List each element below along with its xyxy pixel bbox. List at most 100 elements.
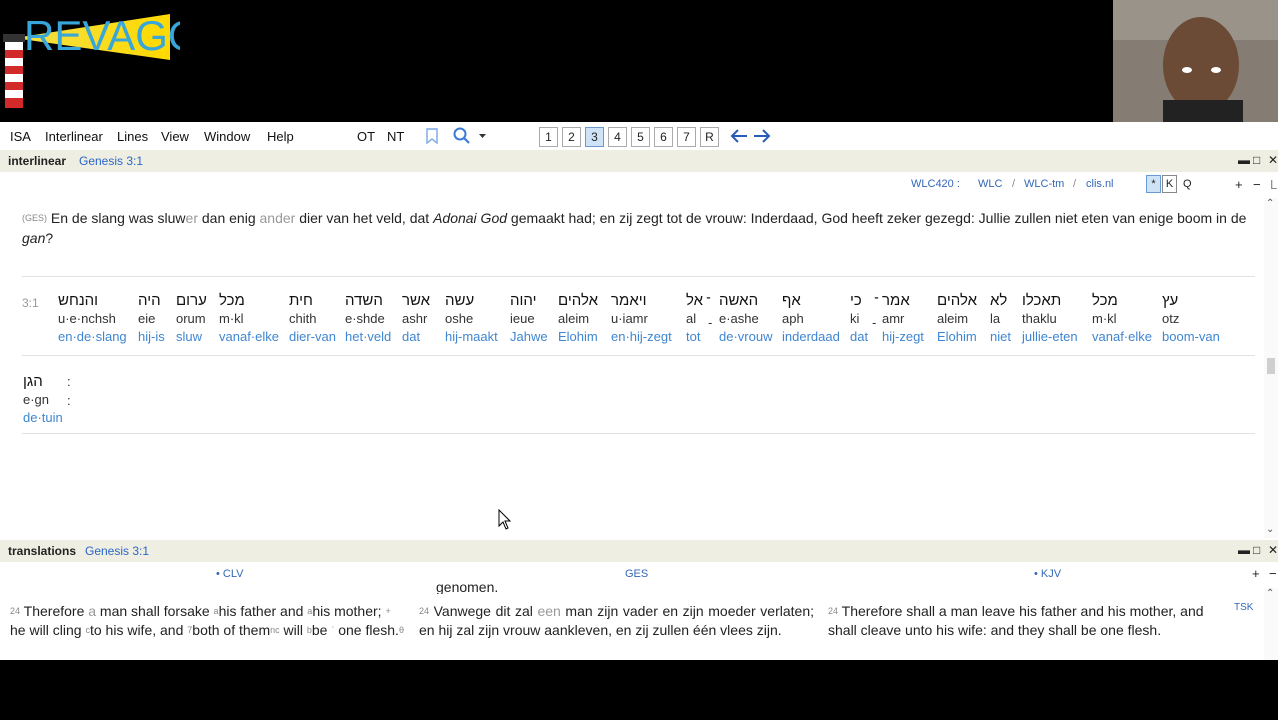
menu-isa[interactable]: ISA — [10, 129, 31, 144]
page-button-7[interactable]: 7 — [677, 127, 696, 147]
vertical-scrollbar[interactable]: ⌃ — [1264, 588, 1278, 660]
hebrew-word: הגן — [23, 373, 43, 390]
tsk-link[interactable]: TSK — [1234, 602, 1253, 613]
verse-number: 24 — [419, 606, 430, 616]
maqqef-mark: ־ — [874, 294, 879, 308]
minimize-icon[interactable]: ▬ — [1238, 543, 1250, 557]
clv-verse-text: 24 Therefore a man shall forsake ahis fa… — [10, 602, 405, 640]
interlinear-word[interactable]: מכל m·kl vanaf·elke — [1092, 292, 1152, 344]
star-toggle[interactable]: * — [1146, 175, 1161, 193]
separator: / — [1012, 178, 1016, 190]
source-wlc[interactable]: WLC — [978, 178, 1002, 190]
gloss: dat — [402, 329, 421, 344]
interlinear-word[interactable]: ויאמר u·iamr en·hij-zegt — [611, 292, 672, 344]
verse-text-part: ? — [45, 230, 54, 246]
interlinear-word[interactable]: הגן e·gn de·tuin — [23, 373, 63, 425]
add-column-button[interactable]: + — [1252, 566, 1260, 581]
close-icon[interactable]: ✕ — [1268, 543, 1278, 557]
clv-text: Therefore — [23, 603, 89, 619]
interlinear-word[interactable]: אל al tot — [686, 292, 703, 344]
interlinear-word[interactable]: חית chith dier-van — [289, 292, 336, 344]
interlinear-word[interactable]: לא la niet — [990, 292, 1011, 344]
transliteration: chith — [289, 311, 317, 326]
gloss: boom-van — [1162, 329, 1220, 344]
page-button-2[interactable]: 2 — [562, 127, 581, 147]
interlinear-word[interactable]: עשה oshe hij-maakt — [445, 292, 498, 344]
menu-view[interactable]: View — [161, 129, 189, 144]
maqqef-mark: ־ — [706, 294, 711, 308]
column-ges[interactable]: GES — [625, 568, 648, 580]
source-wlc420[interactable]: WLC420 : — [911, 178, 960, 190]
page-button-5[interactable]: 5 — [631, 127, 650, 147]
column-clv[interactable]: • CLV — [216, 568, 244, 580]
ges-text-added: een — [537, 603, 561, 619]
remove-column-button[interactable]: − — [1269, 566, 1277, 581]
interlinear-word[interactable]: אלהים aleim Elohim — [937, 292, 977, 344]
verse-text-part: gemaakt had; en zij zegt tot de vrouw: I… — [507, 210, 1247, 226]
scroll-down-icon[interactable]: ⌄ — [1266, 524, 1274, 535]
panel-reference[interactable]: Genesis 3:1 — [79, 154, 143, 168]
interlinear-word[interactable]: מכל m·kl vanaf·elke — [219, 292, 279, 344]
gloss: sluw — [176, 329, 203, 344]
interlinear-word[interactable]: אף aph inderdaad — [782, 292, 840, 344]
scroll-up-icon[interactable]: ⌃ — [1266, 198, 1274, 209]
vertical-scrollbar[interactable]: ⌃ ⌄ — [1264, 198, 1278, 538]
interlinear-word[interactable]: יהוה ieue Jahwe — [510, 292, 548, 344]
hebrew-word: לא — [990, 292, 1008, 309]
revago-logo: REVAGO — [3, 12, 180, 108]
zoom-in-button[interactable]: + — [1235, 177, 1243, 192]
nt-button[interactable]: NT — [387, 129, 404, 144]
verse-text-italic: gan — [22, 230, 46, 246]
arrow-right-icon[interactable] — [752, 128, 772, 144]
interlinear-word[interactable]: והנחש u·e·nchsh en·de·slang — [58, 292, 127, 344]
scroll-thumb[interactable] — [1267, 358, 1275, 374]
bookmark-icon[interactable] — [426, 128, 438, 144]
maximize-icon[interactable]: □ — [1253, 543, 1260, 557]
interlinear-word[interactable]: השדה e·shde het·veld — [345, 292, 391, 344]
maximize-icon[interactable]: □ — [1253, 153, 1260, 167]
ot-button[interactable]: OT — [357, 129, 375, 144]
interlinear-word[interactable]: אמר amr hij-zegt — [882, 292, 924, 344]
interlinear-word[interactable]: עץ otz boom-van — [1162, 292, 1220, 344]
menu-window[interactable]: Window — [204, 129, 250, 144]
page-button-6[interactable]: 6 — [654, 127, 673, 147]
interlinear-word[interactable]: כי ki dat — [850, 292, 868, 344]
interlinear-word[interactable]: היה eie hij-is — [138, 292, 165, 344]
source-clis[interactable]: clis.nl — [1086, 178, 1114, 190]
page-button-1[interactable]: 1 — [539, 127, 558, 147]
zoom-out-button[interactable]: − — [1253, 177, 1261, 192]
source-wlc-tm[interactable]: WLC-tm — [1024, 178, 1064, 190]
column-kjv[interactable]: • KJV — [1034, 568, 1061, 580]
interlinear-word[interactable]: ערום orum sluw — [176, 292, 207, 344]
page-button-r[interactable]: R — [700, 127, 719, 147]
menu-interlinear[interactable]: Interlinear — [45, 129, 103, 144]
menu-help[interactable]: Help — [267, 129, 294, 144]
page-button-4[interactable]: 4 — [608, 127, 627, 147]
hebrew-word: אל — [686, 292, 704, 309]
gloss: dier-van — [289, 329, 336, 344]
verse-tag: (GES) — [22, 213, 48, 223]
q-toggle[interactable]: Q — [1183, 178, 1192, 190]
k-toggle[interactable]: K — [1162, 175, 1177, 193]
interlinear-word[interactable]: האשה e·ashe de·vrouw — [719, 292, 772, 344]
arrow-left-icon[interactable] — [729, 128, 749, 144]
search-icon[interactable] — [453, 127, 471, 145]
transliteration: u·iamr — [611, 311, 648, 326]
kjv-text: Therefore shall a man leave his father a… — [828, 603, 1204, 638]
punctuation: : — [67, 393, 71, 408]
scroll-up-icon[interactable]: ⌃ — [1266, 588, 1274, 599]
interlinear-word[interactable]: אשר ashr dat — [402, 292, 430, 344]
page-button-3[interactable]: 3 — [585, 127, 604, 147]
l-button[interactable]: L — [1270, 177, 1277, 192]
menu-lines[interactable]: Lines — [117, 129, 148, 144]
interlinear-word[interactable]: תאכלו thaklu jullie-eten — [1022, 292, 1078, 344]
transliteration: u·e·nchsh — [58, 311, 116, 326]
minimize-icon[interactable]: ▬ — [1238, 153, 1250, 167]
panel-reference[interactable]: Genesis 3:1 — [85, 544, 149, 558]
hebrew-word: האשה — [719, 292, 759, 309]
interlinear-word[interactable]: אלהים aleim Elohim — [558, 292, 598, 344]
hebrew-word: אלהים — [558, 292, 599, 309]
close-icon[interactable]: ✕ — [1268, 153, 1278, 167]
gloss: hij-is — [138, 329, 165, 344]
chevron-down-icon[interactable] — [479, 134, 487, 139]
